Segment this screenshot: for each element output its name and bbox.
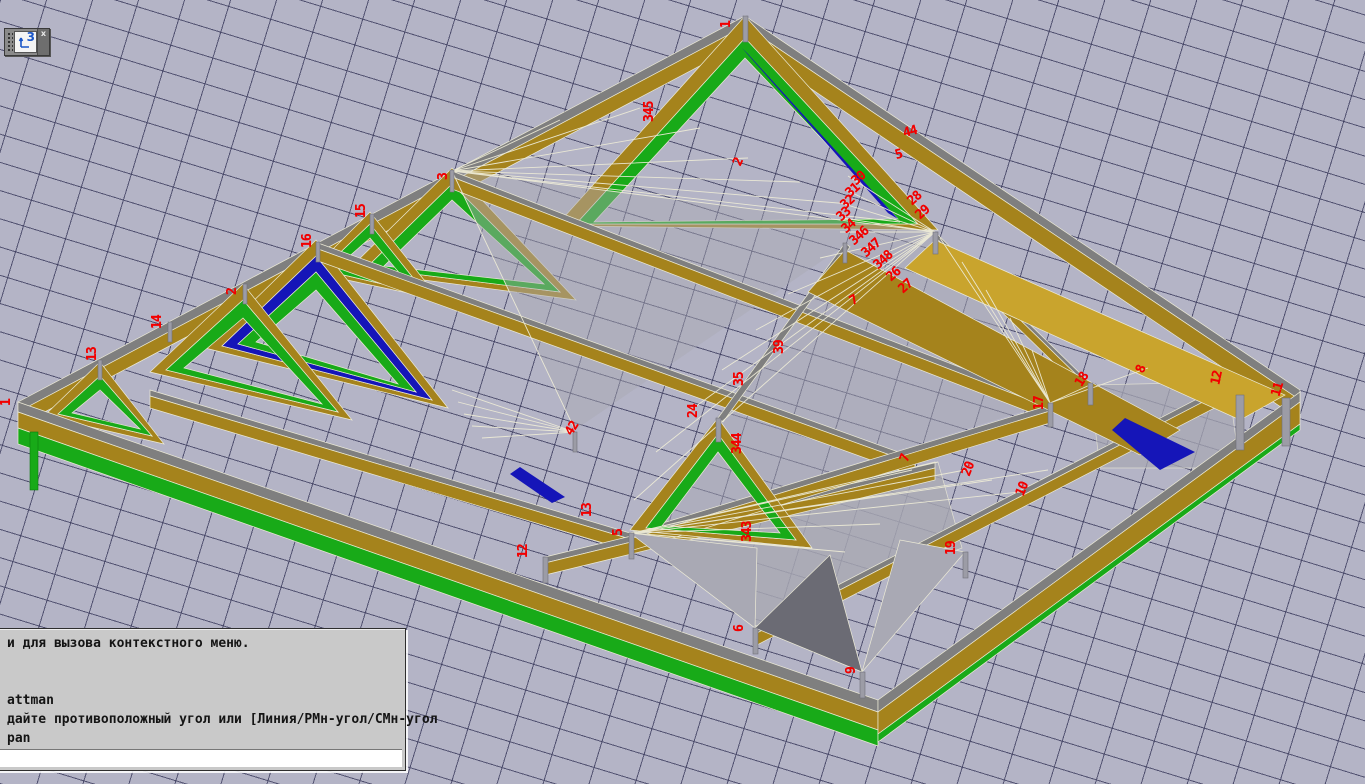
ucs-toolbar[interactable]: 3 x (4, 28, 50, 56)
close-icon[interactable]: x (37, 29, 49, 55)
command-input-line[interactable] (0, 749, 402, 767)
command-window[interactable]: и для вызова контекстного меню. attman дай… (0, 628, 438, 771)
command-history-line: дайте противоположный угол или [Линия/РМ… (7, 712, 438, 727)
ucs-icon-button[interactable]: 3 (14, 30, 37, 53)
cad-application-window: 1 345 2 44 5 3 15 16 2 14 13 1 30 31 32 33 34 346 347 348 26… (0, 0, 1365, 784)
command-history-line: attman (7, 693, 54, 708)
viewport-3d[interactable]: 1 345 2 44 5 3 15 16 2 14 13 1 30 31 32 33 34 346 347 348 26… (0, 0, 1365, 784)
ucs-number: 3 (26, 30, 35, 44)
command-history-line (7, 672, 395, 691)
toolbar-grip-handle[interactable] (6, 31, 13, 53)
command-history-line: pan (7, 731, 31, 746)
command-history: и для вызова контекстного меню. attman дай… (0, 629, 438, 748)
command-history-line (7, 653, 395, 672)
command-history-line: и для вызова контекстного меню. (7, 636, 250, 651)
